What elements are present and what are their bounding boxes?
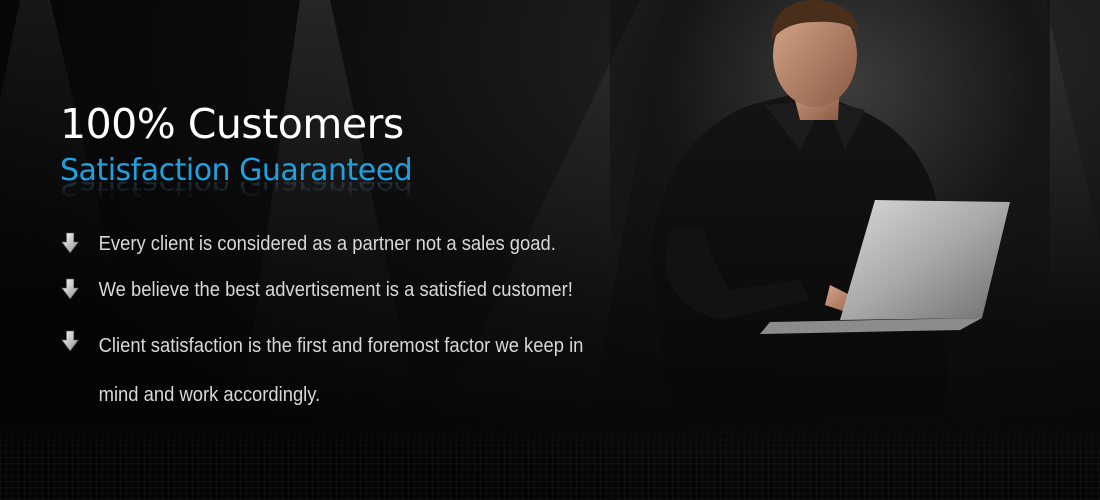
arrow-down-icon xyxy=(61,278,79,300)
headline: 100% Customers xyxy=(60,100,404,148)
list-item: We believe the best advertisement is a s… xyxy=(60,274,651,306)
list-item: Every client is considered as a partner … xyxy=(60,228,651,260)
arrow-down-icon xyxy=(61,330,79,352)
man-with-laptop-photo xyxy=(610,0,1050,420)
list-item-text: Every client is considered as a partner … xyxy=(98,233,556,255)
subheadline-group: Satisfaction Guaranteed Satisfaction Gua… xyxy=(60,152,660,201)
arrow-down-icon xyxy=(61,232,79,254)
list-item: Client satisfaction is the first and for… xyxy=(60,322,614,420)
list-item-text: Client satisfaction is the first and for… xyxy=(98,335,584,406)
hero-content: 100% Customers Satisfaction Guaranteed S… xyxy=(60,96,660,406)
list-item-text: We believe the best advertisement is a s… xyxy=(98,279,573,301)
floor-grid-texture xyxy=(0,420,1100,500)
subheadline-reflection: Satisfaction Guaranteed xyxy=(60,182,413,201)
hero-banner: 100% Customers Satisfaction Guaranteed S… xyxy=(0,0,1100,500)
